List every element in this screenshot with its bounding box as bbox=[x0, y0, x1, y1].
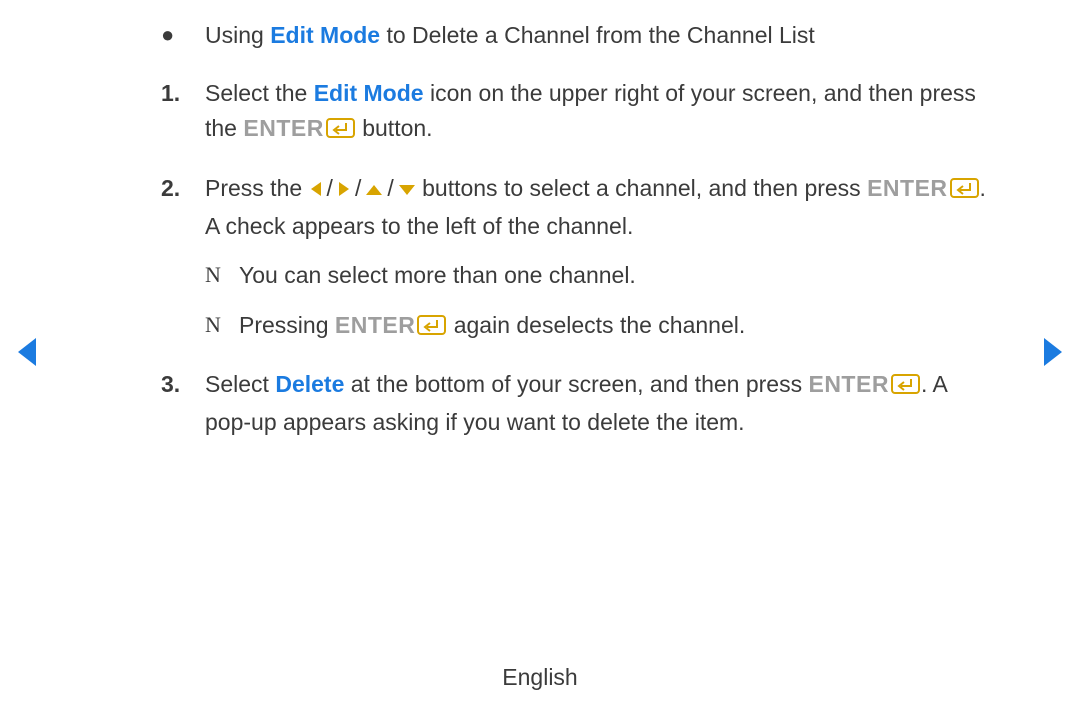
edit-mode-label: Edit Mode bbox=[314, 80, 424, 106]
page-content: ● Using Edit Mode to Delete a Channel fr… bbox=[155, 18, 995, 441]
bullet-item: ● Using Edit Mode to Delete a Channel fr… bbox=[155, 18, 995, 54]
text: Select bbox=[205, 371, 275, 397]
prev-page-button[interactable] bbox=[14, 336, 40, 374]
enter-icon bbox=[891, 369, 921, 405]
note-1: N You can select more than one channel. bbox=[205, 258, 995, 294]
text: buttons to select a channel, and then pr… bbox=[416, 175, 867, 201]
separator: / bbox=[383, 175, 397, 201]
enter-label: ENTER bbox=[867, 175, 947, 201]
text: Select the bbox=[205, 80, 314, 106]
note-text: Pressing ENTER again deselects the chann… bbox=[239, 308, 995, 346]
step-1: 1. Select the Edit Mode icon on the uppe… bbox=[155, 76, 995, 149]
text: again deselects the channel. bbox=[447, 312, 745, 338]
note-2: N Pressing ENTER again deselects the cha… bbox=[205, 308, 995, 346]
note-marker: N bbox=[205, 258, 239, 294]
separator: / bbox=[351, 175, 365, 201]
text: Using bbox=[205, 22, 270, 48]
separator: / bbox=[323, 175, 337, 201]
text: button. bbox=[356, 115, 433, 141]
bullet-marker: ● bbox=[155, 18, 205, 54]
text: at the bottom of your screen, and then p… bbox=[344, 371, 808, 397]
next-page-button[interactable] bbox=[1040, 336, 1066, 374]
delete-label: Delete bbox=[275, 371, 344, 397]
step-3: 3. Select Delete at the bottom of your s… bbox=[155, 367, 995, 440]
step-number: 2. bbox=[155, 171, 205, 346]
triangle-right-icon bbox=[337, 172, 351, 208]
triangle-down-icon bbox=[398, 172, 416, 208]
step-body: Select the Edit Mode icon on the upper r… bbox=[205, 76, 995, 149]
enter-label: ENTER bbox=[243, 115, 323, 141]
step-number: 3. bbox=[155, 367, 205, 440]
bullet-text: Using Edit Mode to Delete a Channel from… bbox=[205, 18, 995, 54]
enter-icon bbox=[417, 310, 447, 346]
step-2: 2. Press the / / / buttons to select a cha… bbox=[155, 171, 995, 346]
text: Press the bbox=[205, 175, 309, 201]
enter-label: ENTER bbox=[335, 312, 415, 338]
triangle-up-icon bbox=[365, 172, 383, 208]
language-label: English bbox=[0, 664, 1080, 691]
step-body: Select Delete at the bottom of your scre… bbox=[205, 367, 995, 440]
enter-icon bbox=[326, 113, 356, 149]
edit-mode-label: Edit Mode bbox=[270, 22, 380, 48]
text: to Delete a Channel from the Channel Lis… bbox=[380, 22, 815, 48]
step-body: Press the / / / buttons to select a channe… bbox=[205, 171, 995, 346]
step-number: 1. bbox=[155, 76, 205, 149]
enter-label: ENTER bbox=[808, 371, 888, 397]
note-marker: N bbox=[205, 308, 239, 346]
enter-icon bbox=[950, 173, 980, 209]
note-text: You can select more than one channel. bbox=[239, 258, 995, 294]
triangle-left-icon bbox=[309, 172, 323, 208]
text: Pressing bbox=[239, 312, 335, 338]
